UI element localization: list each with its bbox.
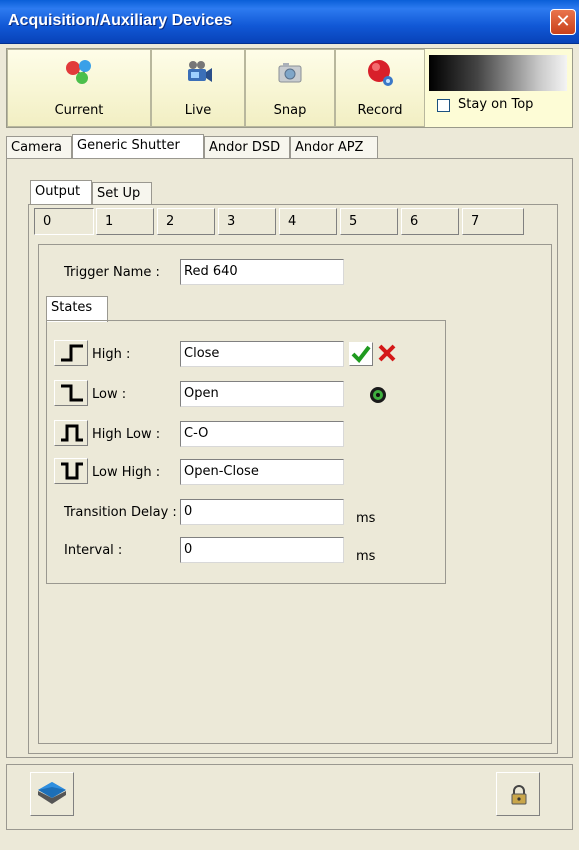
status-led-icon — [370, 387, 386, 403]
channel-tab-6[interactable]: 6 — [401, 208, 459, 235]
transition-delay-unit: ms — [356, 511, 376, 526]
close-button[interactable]: ✕ — [550, 9, 576, 35]
live-button[interactable]: Live — [151, 49, 245, 127]
rising-edge-icon — [61, 344, 83, 362]
channel-tab-3[interactable]: 3 — [218, 208, 276, 235]
tab-output-label: Output — [35, 184, 81, 199]
intensity-gradient — [429, 55, 567, 91]
current-label: Current — [54, 103, 104, 118]
record-icon — [368, 60, 393, 86]
falling-edge-icon — [61, 384, 83, 402]
high-value-input[interactable]: Close — [180, 341, 344, 367]
channel-tab-0-label: 0 — [43, 214, 52, 229]
low-value-input[interactable]: Open — [180, 381, 344, 407]
low-high-value-input[interactable]: Open-Close — [180, 459, 344, 485]
x-icon — [378, 344, 396, 362]
channel-tab-4[interactable]: 4 — [279, 208, 337, 235]
title-bar[interactable]: Acquisition/Auxiliary Devices ✕ — [0, 0, 579, 44]
low-label: Low : — [92, 387, 127, 402]
video-camera-icon — [188, 61, 212, 82]
trigger-name-input[interactable]: Red 640 — [180, 259, 344, 285]
camera-icon — [278, 63, 302, 83]
channel-tab-7[interactable]: 7 — [462, 208, 524, 235]
tab-andor-apz-label: Andor APZ — [295, 140, 364, 155]
channel-tab-1-label: 1 — [105, 214, 114, 229]
tab-states-label: States — [51, 300, 93, 315]
high-state-button[interactable] — [54, 340, 88, 366]
stay-on-top-checkbox[interactable] — [437, 99, 450, 112]
tab-set-up[interactable]: Set Up — [92, 182, 152, 204]
channel-tab-5-label: 5 — [349, 214, 358, 229]
padlock-icon — [511, 785, 527, 805]
pulse-high-icon — [61, 424, 83, 442]
transition-delay-label: Transition Delay : — [64, 505, 177, 520]
transition-delay-input[interactable]: 0 — [180, 499, 344, 525]
channel-tab-3-label: 3 — [227, 214, 236, 229]
channel-tab-7-label: 7 — [471, 214, 480, 229]
low-high-label: Low High : — [92, 465, 161, 480]
high-low-label: High Low : — [92, 427, 161, 442]
layers-button[interactable] — [30, 772, 74, 816]
interval-unit: ms — [356, 549, 376, 564]
tab-camera-label: Camera — [11, 140, 63, 155]
acquisition-toolbar: Current Live Snap Record Stay on Top — [6, 48, 573, 128]
channel-tab-2-label: 2 — [166, 214, 175, 229]
channel-tab-6-label: 6 — [410, 214, 419, 229]
channel-tab-4-label: 4 — [288, 214, 297, 229]
tab-states[interactable]: States — [46, 296, 108, 322]
tab-set-up-label: Set Up — [97, 186, 141, 201]
snap-label: Snap — [273, 103, 307, 118]
status-indicator — [368, 385, 388, 405]
interval-input[interactable]: 0 — [180, 537, 344, 563]
channel-tab-1[interactable]: 1 — [96, 208, 154, 235]
record-button[interactable]: Record — [335, 49, 425, 127]
tab-andor-apz[interactable]: Andor APZ — [290, 136, 378, 158]
channel-tab-2[interactable]: 2 — [157, 208, 215, 235]
checkmark-icon — [351, 345, 371, 364]
live-label: Live — [184, 103, 212, 118]
interval-label: Interval : — [64, 543, 123, 558]
window-title: Acquisition/Auxiliary Devices — [8, 12, 233, 29]
layers-icon — [38, 782, 66, 804]
record-label: Record — [357, 103, 403, 118]
tab-output[interactable]: Output — [30, 180, 92, 204]
channel-tab-0[interactable]: 0 — [34, 208, 94, 235]
tab-generic-shutter-label: Generic Shutter — [77, 138, 180, 153]
lock-button[interactable] — [496, 772, 540, 816]
high-low-state-button[interactable] — [54, 420, 88, 446]
tab-camera[interactable]: Camera — [6, 136, 72, 158]
bottom-toolbar — [6, 764, 573, 830]
high-label: High : — [92, 347, 131, 362]
tab-generic-shutter[interactable]: Generic Shutter — [72, 134, 204, 158]
high-low-value-input[interactable]: C-O — [180, 421, 344, 447]
molecule-icon — [66, 60, 91, 84]
pulse-low-icon — [61, 462, 83, 480]
confirm-button[interactable] — [349, 342, 373, 366]
close-icon: ✕ — [555, 11, 571, 32]
current-button[interactable]: Current — [7, 49, 151, 127]
tab-andor-dsd-label: Andor DSD — [209, 140, 281, 155]
cancel-button[interactable] — [376, 342, 400, 366]
tab-andor-dsd[interactable]: Andor DSD — [204, 136, 290, 158]
low-high-state-button[interactable] — [54, 458, 88, 484]
low-state-button[interactable] — [54, 380, 88, 406]
snap-button[interactable]: Snap — [245, 49, 335, 127]
trigger-name-label: Trigger Name : — [64, 265, 160, 280]
stay-on-top-label: Stay on Top — [458, 97, 534, 112]
channel-tab-5[interactable]: 5 — [340, 208, 398, 235]
